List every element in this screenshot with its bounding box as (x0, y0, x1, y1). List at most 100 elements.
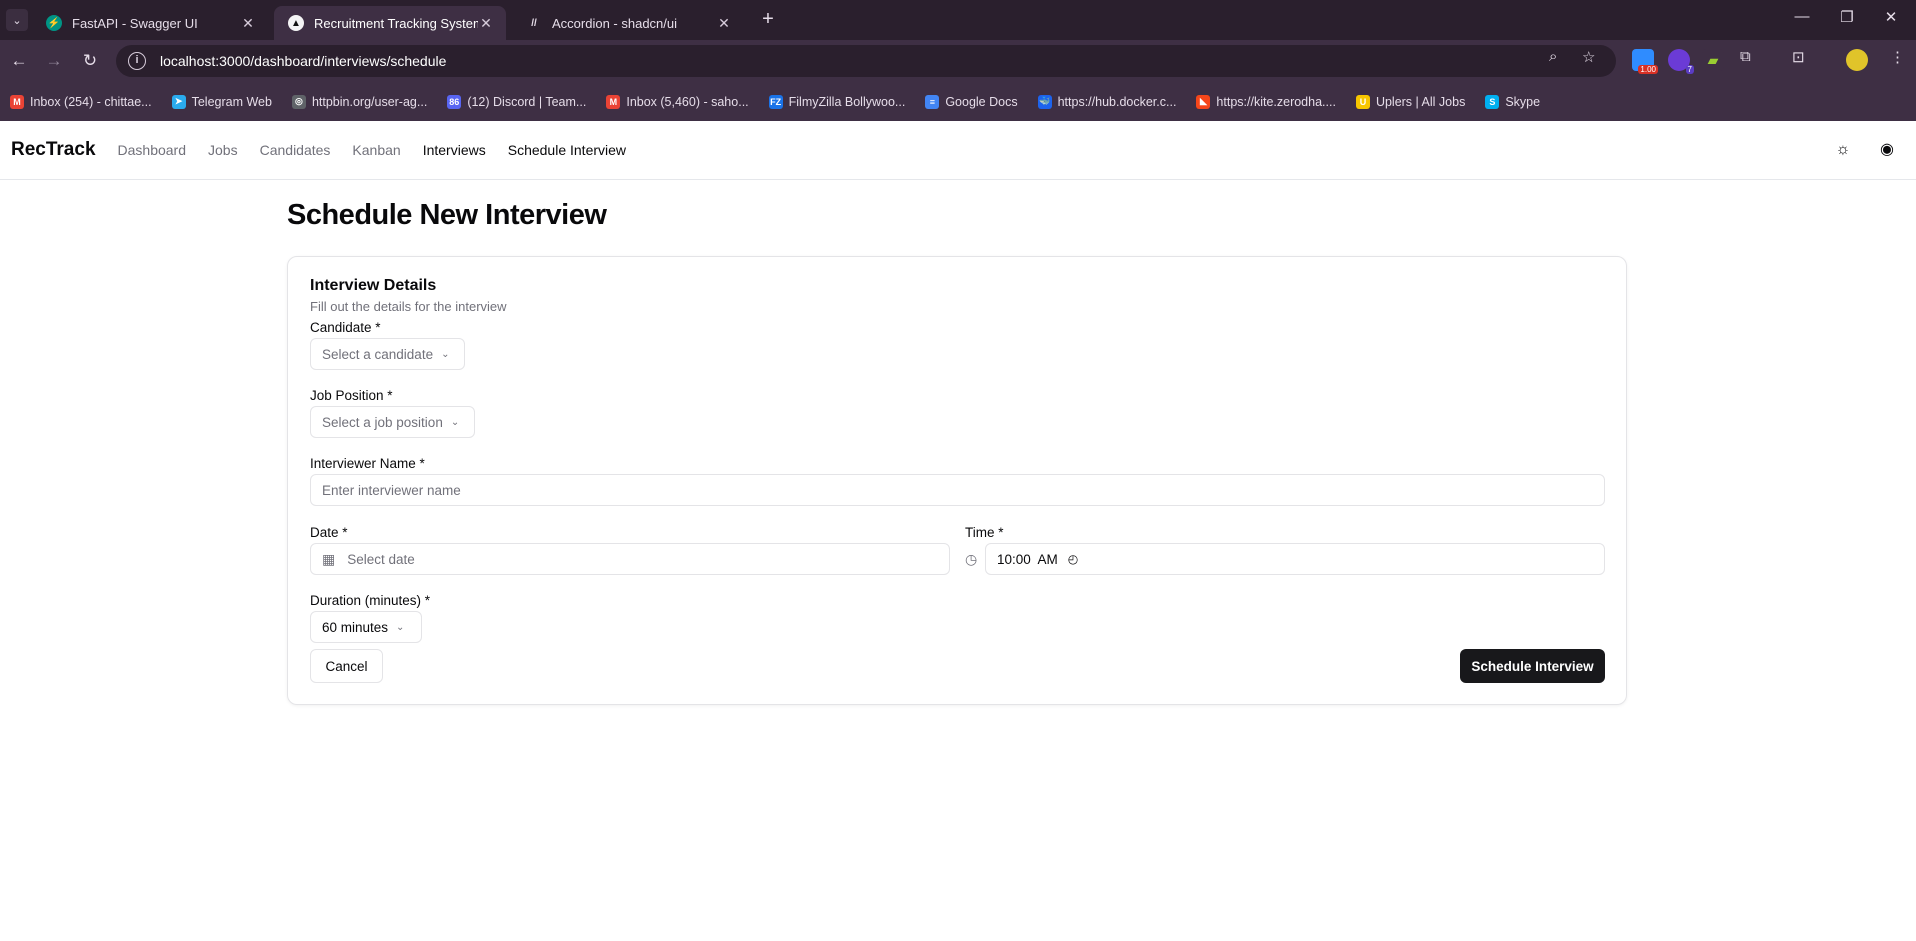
bookmark-item[interactable]: 🐳 https://hub.docker.c... (1037, 94, 1177, 109)
interviewer-name-label: Interviewer Name * (310, 456, 425, 471)
back-icon[interactable]: ← (8, 50, 30, 72)
app-navbar: RecTrack Dashboard Jobs Candidates Kanba… (0, 121, 1916, 180)
clock-picker-icon[interactable]: ◴ (1068, 552, 1078, 566)
bookmark-item[interactable]: U Uplers | All Jobs (1355, 94, 1466, 109)
bookmark-favicon-icon: 🐳 (1037, 94, 1052, 109)
bookmarks-bar: M Inbox (254) - chittae... ➤ Telegram Web ◎ h… (0, 82, 1916, 121)
candidate-select[interactable]: Select a candidate ⌄ (310, 338, 465, 370)
bookmark-favicon-icon: ≡ (925, 94, 940, 109)
vercel-icon: ▲ (288, 15, 304, 31)
interviewer-name-input[interactable]: Enter interviewer name (310, 474, 1605, 506)
extensions-puzzle-icon[interactable]: ⧉ (1740, 48, 1751, 65)
nav-schedule-interview[interactable]: Schedule Interview (508, 142, 626, 158)
brand-logo[interactable]: RecTrack (11, 139, 96, 161)
bookmark-item[interactable]: ◣ https://kite.zerodha.... (1196, 94, 1336, 109)
bookmark-favicon-icon: ◣ (1196, 94, 1211, 109)
interview-details-card: Interview Details Fill out the details f… (287, 256, 1627, 705)
close-icon[interactable]: ✕ (716, 15, 732, 32)
bookmark-item[interactable]: FZ FilmyZilla Bollywoo... (768, 94, 906, 109)
tab-strip: ⌄ ⚡ FastAPI - Swagger UI ✕ ▲ Recruitment… (0, 0, 1916, 40)
extension-icon[interactable]: ▰ (1702, 49, 1724, 71)
close-icon[interactable]: ✕ (478, 15, 494, 32)
time-label: Time * (965, 525, 1004, 540)
bookmark-favicon-icon: 86 (447, 94, 462, 109)
date-placeholder: Select date (347, 551, 415, 567)
close-icon[interactable]: ✕ (240, 15, 256, 32)
page-header: Schedule New Interview (287, 199, 1627, 232)
bookmark-item[interactable]: M Inbox (5,460) - saho... (606, 94, 749, 109)
browser-toolbar: ← → ↻ i localhost:3000/dashboard/intervi… (0, 40, 1916, 82)
bookmark-item[interactable]: ➤ Telegram Web (171, 94, 272, 109)
clock-icon: ◷ (965, 551, 978, 567)
bookmark-item[interactable]: S Skype (1485, 94, 1541, 109)
shadcn-icon: // (531, 17, 537, 29)
new-tab-button[interactable]: + (755, 8, 781, 32)
duration-select[interactable]: 60 minutes ⌄ (310, 611, 422, 643)
time-value: 10:00 AM (997, 551, 1058, 567)
bookmark-label: https://kite.zerodha.... (1216, 94, 1336, 109)
nav-kanban[interactable]: Kanban (352, 142, 400, 158)
close-window-icon[interactable]: ✕ (1876, 8, 1906, 26)
fastapi-icon: ⚡ (46, 15, 62, 31)
extension-icon[interactable]: 1.00 (1632, 49, 1658, 74)
chevron-down-icon: ⌄ (396, 621, 405, 633)
chevron-down-icon: ⌄ (441, 348, 450, 360)
nav-interviews[interactable]: Interviews (423, 142, 486, 158)
extension-badge: 7 (1685, 65, 1694, 74)
bookmark-favicon-icon: FZ (768, 94, 783, 109)
reload-icon[interactable]: ↻ (79, 50, 101, 72)
nav-dashboard[interactable]: Dashboard (118, 142, 187, 158)
tab-accordion[interactable]: // Accordion - shadcn/ui ✕ (512, 6, 744, 40)
bookmark-label: https://hub.docker.c... (1057, 94, 1177, 109)
bookmark-star-icon[interactable]: ☆ (1582, 48, 1595, 66)
duration-select-value: 60 minutes (322, 619, 389, 635)
zoom-icon[interactable]: ⌕ (1549, 48, 1557, 65)
duration-label: Duration (minutes) * (310, 593, 431, 608)
bookmark-favicon-icon: M (10, 94, 24, 109)
job-position-select[interactable]: Select a job position ⌄ (310, 406, 475, 438)
bookmark-label: Uplers | All Jobs (1375, 94, 1466, 109)
bookmark-label: Inbox (5,460) - saho... (626, 94, 749, 109)
schedule-interview-button[interactable]: Schedule Interview (1460, 649, 1605, 683)
profile-avatar[interactable] (1846, 49, 1868, 71)
url-text: localhost:3000/dashboard/interviews/sche… (160, 53, 447, 69)
bookmark-label: Skype (1505, 94, 1541, 109)
cancel-button[interactable]: Cancel (310, 649, 383, 683)
minimize-icon[interactable]: — (1787, 8, 1817, 25)
menu-dots-icon[interactable]: ⋮ (1890, 48, 1905, 66)
bookmark-item[interactable]: M Inbox (254) - chittae... (10, 94, 152, 109)
bookmark-item[interactable]: 86 (12) Discord | Team... (447, 94, 586, 109)
bookmark-label: Telegram Web (191, 94, 272, 109)
nav-candidates[interactable]: Candidates (260, 142, 331, 158)
restore-icon[interactable]: ❐ (1832, 8, 1862, 26)
bookmark-label: FilmyZilla Bollywoo... (788, 94, 906, 109)
tab-title: Accordion - shadcn/ui (552, 15, 678, 31)
tab-search-button[interactable]: ⌄ (6, 9, 28, 31)
calendar-icon: ▦ (322, 550, 336, 567)
bookmark-favicon-icon: ➤ (171, 94, 186, 109)
tab-fastapi[interactable]: ⚡ FastAPI - Swagger UI ✕ (32, 6, 268, 40)
bookmark-label: httpbin.org/user-ag... (311, 94, 428, 109)
nav-jobs[interactable]: Jobs (208, 142, 238, 158)
bookmark-favicon-icon: U (1355, 94, 1370, 109)
user-account-icon[interactable]: ◉ (1877, 140, 1897, 160)
bookmark-favicon-icon: S (1485, 94, 1500, 109)
bookmark-label: Google Docs (945, 94, 1018, 109)
time-input[interactable]: 10:00 AM ◴ (985, 543, 1605, 575)
date-picker[interactable]: ▦ Select date (310, 543, 950, 575)
forward-icon[interactable]: → (43, 50, 65, 72)
date-label: Date * (310, 525, 348, 540)
extension-icon[interactable]: 7 (1668, 49, 1694, 74)
theme-toggle-sun-icon[interactable]: ☼ (1833, 140, 1853, 160)
site-info-icon[interactable]: i (128, 52, 146, 70)
bookmark-favicon-icon: M (606, 94, 621, 109)
job-position-label: Job Position * (310, 388, 393, 403)
tab-title: Recruitment Tracking System (314, 15, 478, 31)
card-description: Fill out the details for the interview (310, 299, 507, 314)
bookmark-item[interactable]: ≡ Google Docs (925, 94, 1018, 109)
bookmark-item[interactable]: ◎ httpbin.org/user-ag... (291, 94, 428, 109)
tab-recruitment[interactable]: ▲ Recruitment Tracking System ✕ (274, 6, 506, 40)
address-bar[interactable]: i localhost:3000/dashboard/interviews/sc… (116, 45, 1616, 77)
screenshot-icon[interactable]: ⊡ (1792, 48, 1805, 66)
card-title: Interview Details (310, 277, 437, 294)
